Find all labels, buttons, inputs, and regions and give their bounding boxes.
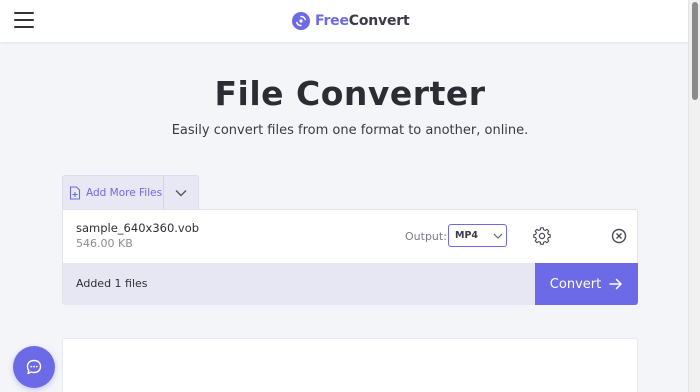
logo-text-free: Free <box>315 13 349 29</box>
output-format-select[interactable]: MP4 <box>448 224 507 247</box>
add-more-files-label: Add More Files <box>86 187 163 199</box>
chevron-down-icon <box>175 190 187 197</box>
output-label: Output: <box>405 230 447 243</box>
lower-content-card <box>62 338 638 392</box>
logo-icon <box>292 12 310 30</box>
file-name: sample_640x360.vob <box>76 221 200 235</box>
file-card: sample_640x360.vob 546.00 KB Output: MP4… <box>62 209 638 305</box>
added-files-count: Added 1 files <box>76 277 148 290</box>
chat-icon <box>26 359 42 375</box>
chevron-down-icon <box>490 233 506 239</box>
output-format-value: MP4 <box>455 230 479 241</box>
add-files-tab: Add More Files <box>62 175 199 210</box>
card-footer: Added 1 files <box>63 263 535 305</box>
gear-icon[interactable] <box>533 227 551 245</box>
arrow-right-icon <box>609 278 622 290</box>
add-file-icon <box>69 186 81 200</box>
page-scrollbar[interactable] <box>688 0 700 392</box>
top-header: Free Convert <box>0 0 688 42</box>
file-size: 546.00 KB <box>76 237 133 250</box>
logo[interactable]: Free Convert <box>292 11 410 31</box>
add-files-dropdown[interactable] <box>164 176 198 210</box>
convert-button[interactable]: Convert <box>535 263 638 305</box>
chat-button[interactable] <box>13 346 55 388</box>
convert-button-label: Convert <box>549 276 602 292</box>
logo-text-convert: Convert <box>348 13 410 29</box>
close-circle-icon[interactable] <box>611 228 627 244</box>
hamburger-icon[interactable] <box>14 12 34 28</box>
page-subtitle: Easily convert files from one format to … <box>171 123 529 138</box>
page-title: File Converter <box>214 74 486 113</box>
add-more-files-button[interactable]: Add More Files <box>63 176 165 210</box>
